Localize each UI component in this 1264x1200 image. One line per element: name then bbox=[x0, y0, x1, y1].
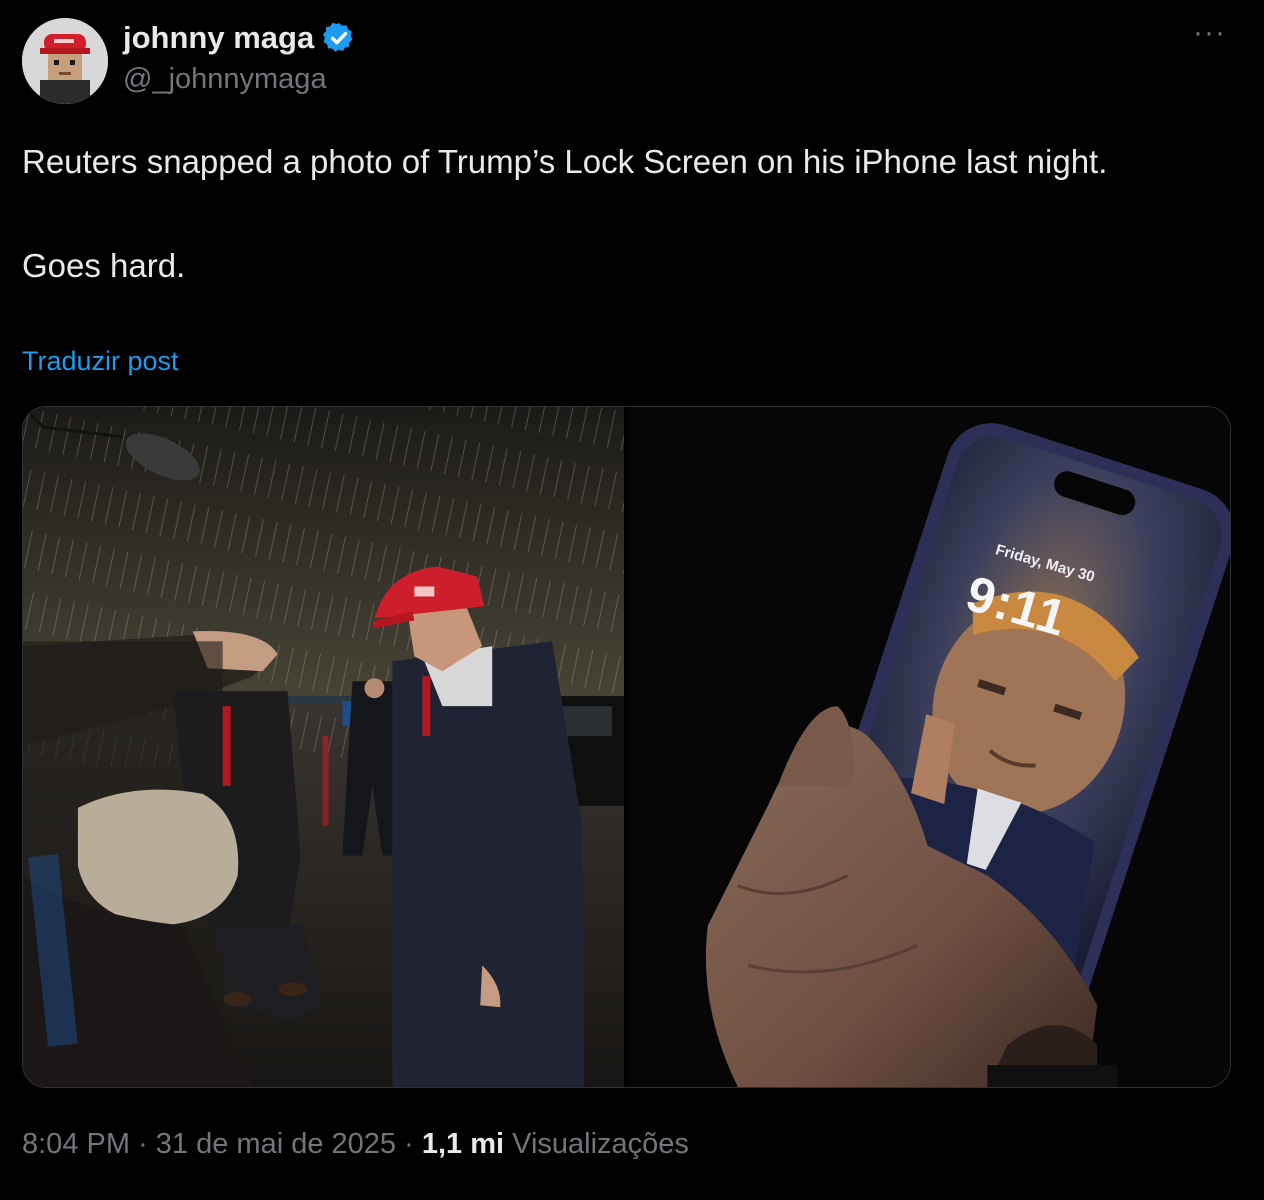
tweet-text-line-2: Goes hard. bbox=[22, 247, 186, 284]
tweet-date[interactable]: 31 de mai de 2025 bbox=[156, 1128, 396, 1160]
photo-phone-lock-screen[interactable]: Friday, May 30 9:11 bbox=[628, 407, 1230, 1087]
photo-phone-lock-screen-image bbox=[628, 407, 1230, 1087]
display-name[interactable]: johnny maga bbox=[123, 20, 356, 56]
photo-rally-rain-image bbox=[23, 407, 624, 1087]
photo-rally-rain[interactable] bbox=[23, 407, 624, 1087]
display-name-text[interactable]: johnny maga bbox=[123, 20, 314, 56]
avatar-image bbox=[22, 18, 108, 104]
tweet-text-line-1: Reuters snapped a photo of Trump’s Lock … bbox=[22, 143, 1108, 180]
meta-separator-2: · bbox=[404, 1128, 414, 1160]
more-options-icon[interactable]: ··· bbox=[1193, 18, 1226, 48]
tweet-text: Reuters snapped a photo of Trump’s Lock … bbox=[22, 136, 1222, 292]
author-handle[interactable]: @_johnnymaga bbox=[123, 63, 327, 96]
views-label: Visualizações bbox=[512, 1128, 689, 1160]
translate-post-link[interactable]: Traduzir post bbox=[22, 346, 179, 377]
meta-separator: · bbox=[138, 1128, 148, 1160]
views-count: 1,1 mi bbox=[421, 1128, 505, 1160]
media-grid[interactable]: Friday, May 30 9:11 bbox=[22, 406, 1231, 1088]
verified-badge-icon bbox=[322, 21, 356, 55]
tweet-meta: 8:04 PM · 31 de mai de 2025 · 1,1 mi Vis… bbox=[22, 1128, 689, 1161]
tweet-time[interactable]: 8:04 PM bbox=[22, 1128, 130, 1160]
avatar[interactable] bbox=[22, 18, 108, 104]
